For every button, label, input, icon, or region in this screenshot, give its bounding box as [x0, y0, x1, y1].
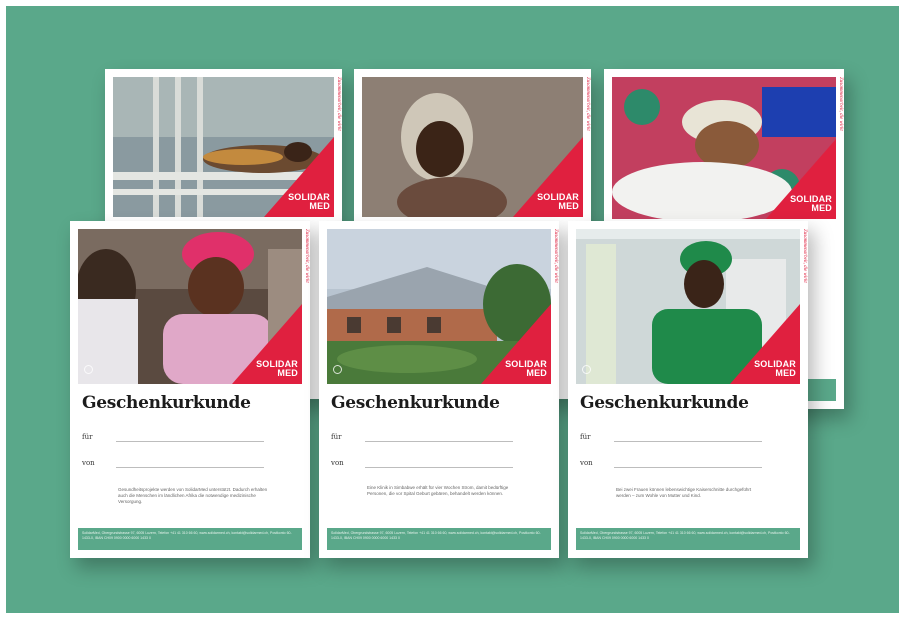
footer-bar: SolidarMed, Obergrundstrasse 97, 6005 Lu… — [78, 528, 302, 550]
solidarmed-logo: SOLIDAR MED — [790, 194, 832, 213]
footer-text: SolidarMed, Obergrundstrasse 97, 6005 Lu… — [331, 531, 541, 540]
from-line — [365, 467, 513, 468]
certificate-body-text: Eine Klinik in Simbabwe erhält für vier … — [367, 485, 509, 496]
green-backdrop: SOLIDAR MED Zusammenarbeit, die wirkt SOL… — [6, 6, 899, 613]
solidarmed-logo: SOLIDAR MED — [754, 359, 796, 378]
footer-bar: SolidarMed, Obergrundstrasse 97, 6005 Lu… — [576, 528, 800, 550]
tagline-vertical: Zusammenarbeit, die wirkt — [553, 229, 558, 283]
for-label: für — [580, 433, 591, 441]
camera-icon — [582, 365, 591, 374]
tagline-vertical: Zusammenarbeit, die wirkt — [802, 229, 807, 283]
from-label: von — [580, 459, 593, 467]
certificate-body-text: Bei zwei Frauen können lebenswichtige Ka… — [616, 487, 752, 498]
solidarmed-logo: SOLIDAR MED — [537, 192, 579, 211]
tagline-vertical: Zusammenarbeit, die wirkt — [838, 77, 843, 131]
camera-icon — [333, 365, 342, 374]
for-label: für — [82, 433, 93, 441]
from-line — [614, 467, 762, 468]
camera-icon — [84, 365, 93, 374]
from-label: von — [331, 459, 344, 467]
solidarmed-logo: SOLIDAR MED — [288, 192, 330, 211]
for-line — [116, 441, 264, 442]
tagline-vertical: Zusammenarbeit, die wirkt — [336, 77, 341, 131]
tagline-vertical: Zusammenarbeit, die wirkt — [304, 229, 309, 283]
certificate-card-1: SOLIDAR MED Zusammenarbeit, die wirkt Ges… — [70, 221, 310, 558]
certificate-title: Geschenkurkunde — [331, 393, 500, 413]
for-line — [614, 441, 762, 442]
for-line — [365, 441, 513, 442]
certificate-card-3: SOLIDAR MED Zusammenarbeit, die wirkt Ges… — [568, 221, 808, 558]
from-label: von — [82, 459, 95, 467]
certificate-title: Geschenkurkunde — [580, 393, 749, 413]
tagline-vertical: Zusammenarbeit, die wirkt — [585, 77, 590, 131]
footer-text: SolidarMed, Obergrundstrasse 97, 6005 Lu… — [82, 531, 292, 540]
footer-bar: SolidarMed, Obergrundstrasse 97, 6005 Lu… — [327, 528, 551, 550]
certificate-body-text: Gesundheitsprojekte werden von SolidarMe… — [118, 487, 268, 504]
certificate-card-2: SOLIDAR MED Zusammenarbeit, die wirkt Ges… — [319, 221, 559, 558]
certificate-title: Geschenkurkunde — [82, 393, 251, 413]
solidarmed-logo: SOLIDAR MED — [505, 359, 547, 378]
solidarmed-logo: SOLIDAR MED — [256, 359, 298, 378]
from-line — [116, 467, 264, 468]
footer-text: SolidarMed, Obergrundstrasse 97, 6005 Lu… — [580, 531, 790, 540]
for-label: für — [331, 433, 342, 441]
